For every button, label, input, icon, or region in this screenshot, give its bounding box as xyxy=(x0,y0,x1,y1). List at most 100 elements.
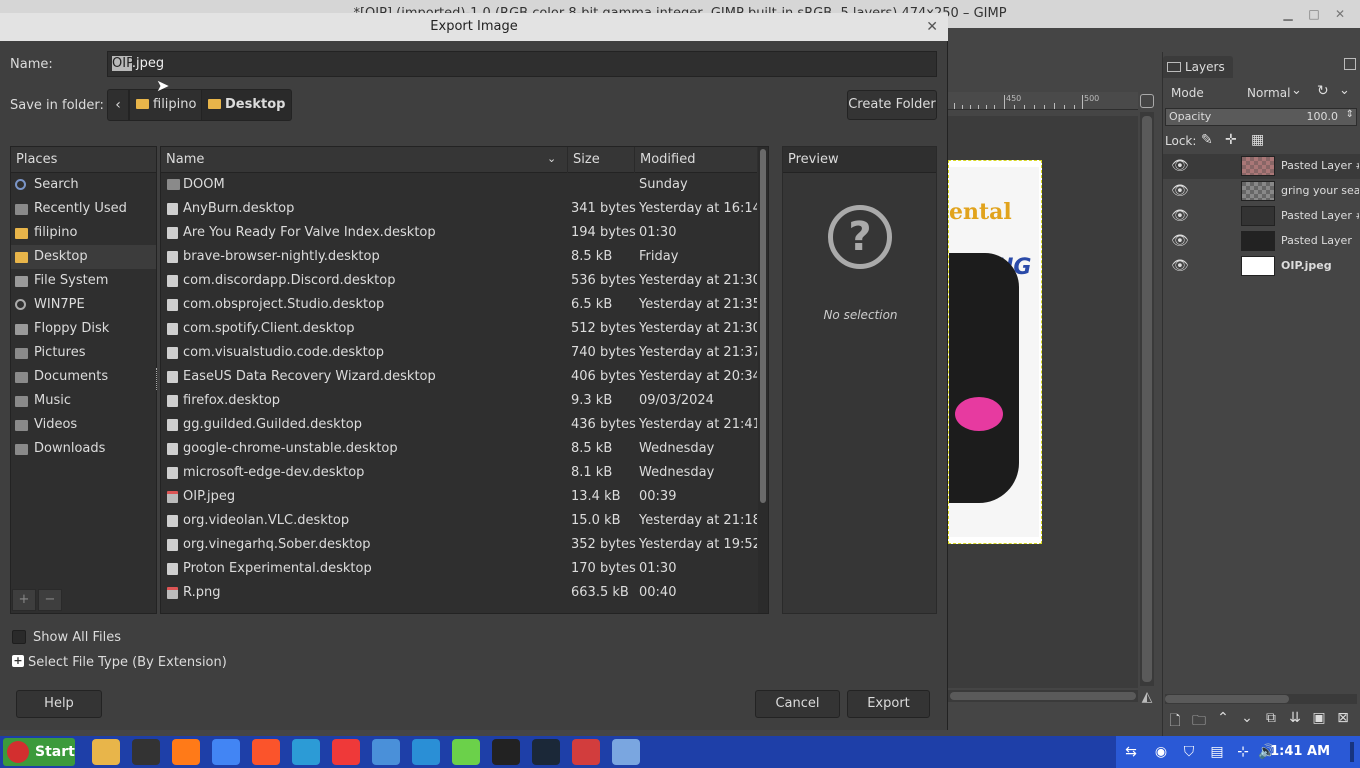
lock-pixels-icon[interactable]: ✎ xyxy=(1201,132,1213,148)
file-row[interactable]: EaseUS Data Recovery Wizard.desktop 406 b… xyxy=(161,365,757,389)
layer-row[interactable]: 👁 Pasted Layer xyxy=(1163,229,1360,254)
layers-horizontal-scrollbar[interactable] xyxy=(1165,694,1357,704)
merge-down-icon[interactable]: ⇊ xyxy=(1285,710,1305,726)
eye-icon[interactable]: 👁 xyxy=(1171,183,1189,199)
start-button[interactable]: Start xyxy=(3,738,75,766)
file-row[interactable]: com.discordapp.Discord.desktop 536 bytes Y… xyxy=(161,269,757,293)
canvas-horizontal-scrollbar[interactable] xyxy=(948,690,1138,702)
navigate-icon[interactable]: ◭ xyxy=(1138,688,1156,706)
network-share-icon[interactable] xyxy=(612,739,640,765)
eye-icon[interactable]: 👁 xyxy=(1171,233,1189,249)
file-row[interactable]: com.obsproject.Studio.desktop 6.5 kB Yeste… xyxy=(161,293,757,317)
duplicate-layer-icon[interactable]: ⧉ xyxy=(1261,710,1281,726)
sort-descending-icon[interactable]: ⌄ xyxy=(547,152,556,165)
export-button[interactable]: Export xyxy=(847,690,930,718)
flatpak-icon[interactable] xyxy=(372,739,400,765)
raise-layer-icon[interactable]: ⌃ xyxy=(1213,710,1233,726)
filename-input[interactable]: OIP.jpeg xyxy=(107,51,937,77)
firefox-icon[interactable] xyxy=(172,739,200,765)
add-bookmark-button[interactable]: + xyxy=(12,589,36,611)
chrome-icon[interactable] xyxy=(212,739,240,765)
file-row[interactable]: microsoft-edge-dev.desktop 8.1 kB Wednesda… xyxy=(161,461,757,485)
brave-icon[interactable] xyxy=(252,739,280,765)
edge-dev-icon[interactable] xyxy=(292,739,320,765)
file-row[interactable]: Are You Ready For Valve Index.desktop 194… xyxy=(161,221,757,245)
mode-selector[interactable]: Mode Normal ⌄ ↻ ⌄ xyxy=(1165,82,1357,104)
opacity-value[interactable]: 100.0 xyxy=(1307,110,1339,123)
expand-plus-icon[interactable]: + xyxy=(12,655,24,667)
file-list-scrollbar[interactable] xyxy=(758,147,768,613)
layer-mask-icon[interactable]: ▣ xyxy=(1309,710,1329,726)
network-share-tray-icon[interactable]: ⇆ xyxy=(1122,743,1140,761)
pane-resize-handle[interactable] xyxy=(156,368,159,390)
new-layer-icon[interactable]: 🗋 xyxy=(1165,710,1185,734)
lock-position-icon[interactable]: ✛ xyxy=(1225,132,1237,148)
clock[interactable]: 1:41 AM xyxy=(1270,736,1330,768)
lower-layer-icon[interactable]: ⌄ xyxy=(1237,710,1257,726)
file-row[interactable]: R.png 663.5 kB 00:40 xyxy=(161,581,757,605)
reset-mode-icon[interactable]: ↻ xyxy=(1317,83,1329,99)
chevron-down-icon[interactable]: ⌄ xyxy=(1339,83,1350,98)
place-videos[interactable]: Videos xyxy=(11,413,156,437)
zoom-lock-icon[interactable] xyxy=(1140,94,1154,108)
show-all-files-checkbox[interactable] xyxy=(12,630,26,644)
show-desktop-button[interactable] xyxy=(1350,742,1354,762)
place-desktop[interactable]: Desktop xyxy=(11,245,156,269)
obs-icon[interactable] xyxy=(132,739,160,765)
eye-icon[interactable]: 👁 xyxy=(1171,208,1189,224)
column-name[interactable]: Name xyxy=(161,147,568,173)
lock-alpha-icon[interactable]: ▦ xyxy=(1251,132,1264,148)
close-icon[interactable]: ✕ xyxy=(926,13,938,41)
file-row[interactable]: google-chrome-unstable.desktop 8.5 kB Wedn… xyxy=(161,437,757,461)
place-recently-used[interactable]: Recently Used xyxy=(11,197,156,221)
mode-value[interactable]: Normal xyxy=(1247,86,1290,100)
layer-row[interactable]: 👁 Pasted Layer # xyxy=(1163,204,1360,229)
close-window-icon[interactable]: ✕ xyxy=(1332,6,1348,22)
eye-icon[interactable]: 👁 xyxy=(1171,158,1189,174)
place-floppy-disk[interactable]: Floppy Disk xyxy=(11,317,156,341)
show-all-files-label[interactable]: Show All Files xyxy=(33,630,121,645)
maximize-icon[interactable]: □ xyxy=(1306,6,1322,22)
select-file-type-expander[interactable]: Select File Type (By Extension) xyxy=(28,655,227,670)
cancel-button[interactable]: Cancel xyxy=(755,690,840,718)
column-modified[interactable]: Modified xyxy=(635,147,757,173)
canvas-vertical-scrollbar[interactable] xyxy=(1140,112,1154,686)
steam-tray-icon[interactable]: ◉ xyxy=(1152,743,1170,761)
apps-grid-icon[interactable] xyxy=(452,739,480,765)
place-pictures[interactable]: Pictures xyxy=(11,341,156,365)
remove-bookmark-button[interactable]: − xyxy=(38,589,62,611)
clipboard-icon[interactable]: ▤ xyxy=(1208,743,1226,761)
path-back-button[interactable]: ‹ xyxy=(107,89,129,121)
delete-layer-icon[interactable]: ⊠ xyxy=(1333,710,1353,726)
path-segment-desktop[interactable]: Desktop xyxy=(201,89,293,121)
image-canvas[interactable]: ental NG xyxy=(948,160,1042,544)
file-row[interactable]: com.spotify.Client.desktop 512 bytes Yeste… xyxy=(161,317,757,341)
monitor-icon[interactable] xyxy=(412,739,440,765)
file-row[interactable]: OIP.jpeg 13.4 kB 00:39 xyxy=(161,485,757,509)
terminal-icon[interactable] xyxy=(492,739,520,765)
layer-row[interactable]: 👁 OIP.jpeg xyxy=(1163,254,1360,279)
place-home[interactable]: filipino xyxy=(11,221,156,245)
minimize-icon[interactable]: ▁ xyxy=(1280,6,1296,22)
network-icon[interactable]: ⊹ xyxy=(1234,743,1252,761)
vivaldi-icon[interactable] xyxy=(332,739,360,765)
place-win7pe[interactable]: WIN7PE xyxy=(11,293,156,317)
place-search[interactable]: Search xyxy=(11,173,156,197)
place-music[interactable]: Music xyxy=(11,389,156,413)
create-folder-button[interactable]: Create Folder xyxy=(847,90,937,120)
file-row[interactable]: org.vinegarhq.Sober.desktop 352 bytes Yest… xyxy=(161,533,757,557)
file-row[interactable]: AnyBurn.desktop 341 bytes Yesterday at 16:… xyxy=(161,197,757,221)
gimp-icon[interactable] xyxy=(572,739,600,765)
layer-row[interactable]: 👁 gring your sear xyxy=(1163,179,1360,204)
column-size[interactable]: Size xyxy=(568,147,635,173)
chevron-down-icon[interactable]: ⌄ xyxy=(1291,83,1302,98)
eye-icon[interactable]: 👁 xyxy=(1171,258,1189,274)
file-row[interactable]: Proton Experimental.desktop 170 bytes 01:3… xyxy=(161,557,757,581)
steam-icon[interactable] xyxy=(532,739,560,765)
file-manager-icon[interactable] xyxy=(92,739,120,765)
spin-arrows-icon[interactable]: ⇕ xyxy=(1346,109,1354,120)
file-row[interactable]: org.videolan.VLC.desktop 15.0 kB Yesterday… xyxy=(161,509,757,533)
panel-menu-icon[interactable] xyxy=(1344,58,1356,70)
layer-row[interactable]: 👁 Pasted Layer # xyxy=(1163,154,1360,179)
file-row[interactable]: com.visualstudio.code.desktop 740 bytes Ye… xyxy=(161,341,757,365)
